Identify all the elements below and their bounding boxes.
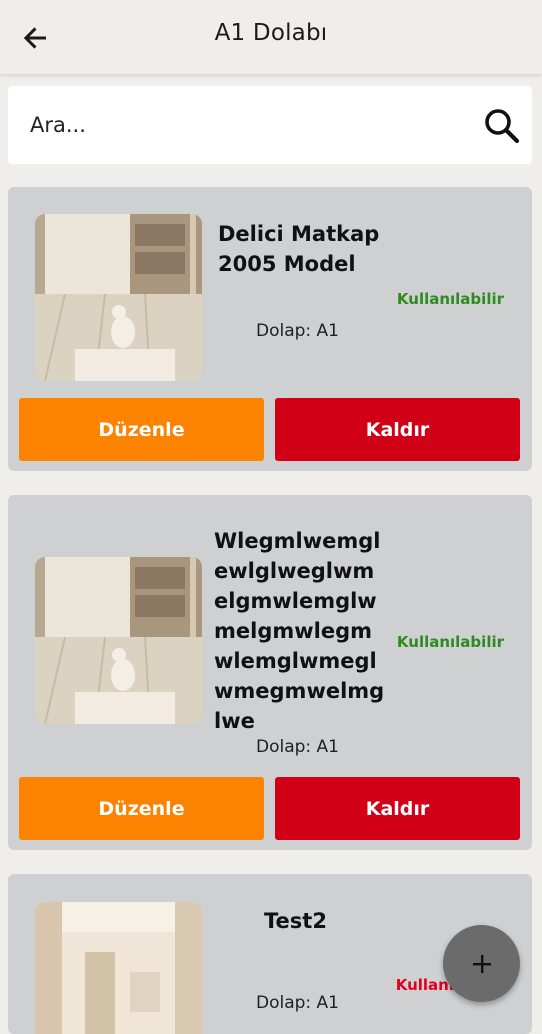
search-bar (8, 86, 532, 164)
item-image (35, 214, 202, 381)
item-status: Kullanılabilir (396, 633, 504, 651)
edit-button[interactable]: Düzenle (19, 777, 264, 840)
item-locker: Dolap: A1 (256, 321, 339, 341)
item-image (35, 557, 202, 724)
edit-button[interactable]: Düzenle (19, 398, 264, 461)
item-locker: Dolap: A1 (256, 737, 339, 757)
item-name: Test2 (264, 909, 327, 933)
item-status: Kullanılabilir (396, 290, 504, 308)
item-card[interactable]: Delici Matkap 2005 Model Kullanılabilir … (8, 187, 532, 471)
search-icon (485, 109, 520, 144)
plus-icon (472, 954, 491, 973)
item-name: Wlegmlwemglewlglweglwmelgmwlemglwmelgmwl… (214, 529, 385, 733)
item-image (35, 902, 202, 1034)
page-title: A1 Dolabı (214, 20, 328, 46)
remove-button[interactable]: Kaldır (275, 398, 520, 461)
item-locker: Dolap: A1 (256, 993, 339, 1013)
remove-button[interactable]: Kaldır (275, 777, 520, 840)
search-input[interactable] (8, 86, 468, 164)
app-bar: A1 Dolabı (0, 0, 542, 74)
add-item-button[interactable] (443, 925, 520, 1002)
item-name: Delici Matkap 2005 Model (218, 222, 387, 276)
item-card[interactable]: Wlegmlwemglewlglweglwmelgmwlemglwmelgmwl… (8, 495, 532, 850)
search-button[interactable] (482, 106, 522, 146)
